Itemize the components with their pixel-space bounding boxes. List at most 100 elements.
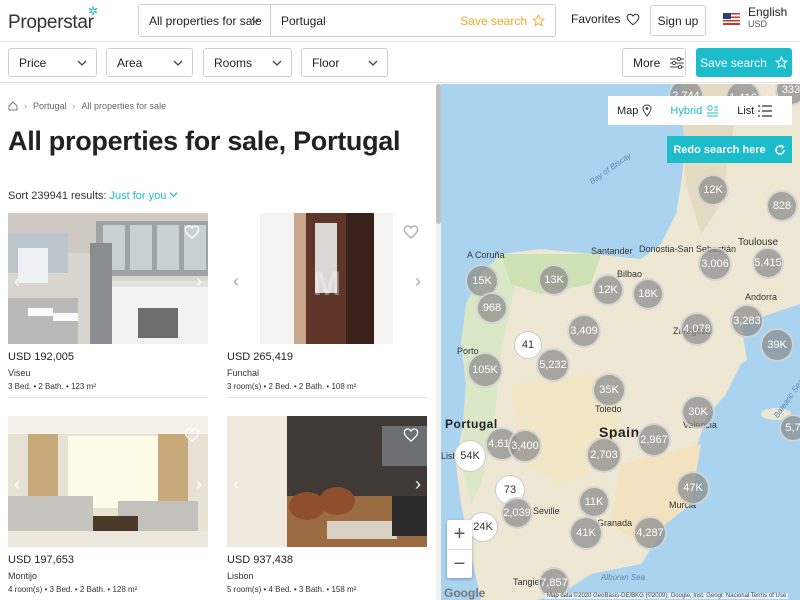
map-cluster[interactable]: 828 [766,190,798,222]
listing-details: 4 room(s) • 3 Bed. • 2 Bath. • 128 m² [8,585,138,594]
map-cluster[interactable]: 3,006 [698,247,732,281]
listing-card[interactable]: ‹ › USD 197,653 Montijo 4 room(s) • 3 Be… [8,416,208,600]
price-filter[interactable]: Price [8,48,97,77]
map-cluster[interactable]: 4,078 [680,312,714,346]
more-filters-button[interactable]: More [622,48,686,77]
map-cluster[interactable]: 968 [476,292,508,324]
card-divider [227,397,427,398]
card-divider [8,397,208,398]
next-photo-icon[interactable]: › [415,271,421,292]
zoom-in-button[interactable]: + [447,520,472,549]
hybrid-mode-label: Hybrid [670,104,703,117]
chevron-down-icon [368,60,378,66]
map-label-alboran-sea: Alboran Sea [601,573,646,582]
save-search-button[interactable]: Save search [696,48,792,77]
map-cluster[interactable]: 2,039 [501,497,533,529]
map-cluster[interactable]: 18K [632,278,664,310]
listing-photo[interactable]: ‹ › [8,416,208,547]
map-cluster[interactable]: 3,283 [730,304,764,338]
google-logo[interactable]: Google [444,586,485,600]
map-cluster[interactable]: 4,287 [633,516,667,550]
favorite-heart-icon[interactable] [403,224,419,240]
map-cluster[interactable]: 12K [697,174,729,206]
map-cluster[interactable]: 24K [468,512,498,542]
map-attribution[interactable]: Map data ©2020 GeoBasis-DE/BKG (©2009), … [545,593,789,599]
map-label: Portugal [445,417,498,431]
next-photo-icon[interactable]: › [196,474,202,495]
properstar-logo[interactable]: Properstar [8,12,94,34]
listing-photo[interactable]: ‹ › [227,416,427,547]
signup-button[interactable]: Sign up [650,5,706,36]
hybrid-mode-button[interactable]: Hybrid [661,104,728,117]
area-filter-label: Area [117,55,143,70]
sort-control: Sort 239941 results: Just for you [8,190,178,202]
favorite-heart-icon[interactable] [184,427,200,443]
favorite-heart-icon[interactable] [184,224,200,240]
previous-photo-icon[interactable]: ‹ [233,474,239,495]
listing-photo[interactable]: ‹ › [8,213,208,344]
breadcrumb: › Portugal › All properties for sale [8,101,166,111]
save-search-link[interactable]: Save search [460,5,555,36]
previous-photo-icon[interactable]: ‹ [233,271,239,292]
home-icon[interactable] [8,101,18,111]
map-cluster[interactable]: 5,232 [536,348,570,382]
rooms-filter[interactable]: Rooms [203,48,292,77]
map-mode-button[interactable]: Map [608,104,661,117]
listing-details: 3 Bed. • 2 Bath. • 123 m² [8,382,96,391]
location-search-input[interactable] [271,5,461,36]
redo-search-button[interactable]: Redo search here [667,136,792,163]
previous-photo-icon[interactable]: ‹ [14,271,20,292]
sort-select[interactable]: Just for you [110,190,179,202]
list-mode-button[interactable]: List [728,105,781,117]
breadcrumb-separator: › [24,101,27,111]
listing-card[interactable]: M ‹ › USD 265,419 Funchal 3 room(s) • 2 … [227,213,427,398]
zoom-out-button[interactable]: − [447,550,472,579]
listing-location: Funchal [227,368,260,378]
map-cluster[interactable]: 3,409 [567,314,601,348]
map-label: Santander [591,246,633,256]
chevron-down-icon [272,60,282,66]
rooms-filter-label: Rooms [214,55,253,70]
chevron-down-icon [169,192,178,198]
results-pane: › Portugal › All properties for sale All… [0,84,436,600]
next-photo-icon[interactable]: › [415,474,421,495]
map-cluster[interactable]: 35K [592,373,626,407]
listing-price: USD 192,005 [8,351,75,363]
next-photo-icon[interactable]: › [196,271,202,292]
floor-filter-label: Floor [312,55,340,70]
map-cluster[interactable]: 41K [569,516,603,550]
refresh-icon [774,143,785,155]
breadcrumb-country[interactable]: Portugal [33,101,67,111]
listing-details: 5 room(s) • 4 Bed. • 3 Bath. • 158 m² [227,585,357,594]
map-cluster[interactable]: 47K [676,471,710,505]
area-filter[interactable]: Area [106,48,193,77]
star-icon [532,14,545,27]
map-cluster[interactable]: 11K [578,486,610,518]
map-label: Andorra [745,292,778,302]
map-cluster[interactable]: 13K [538,264,570,296]
map-cluster[interactable]: 5,7 [779,414,800,442]
kitchen-photo [8,213,208,344]
listing-photo[interactable]: M ‹ › [227,213,427,344]
previous-photo-icon[interactable]: ‹ [14,474,20,495]
listing-location: Montijo [8,571,38,581]
map-cluster[interactable]: 12K [592,274,624,306]
heart-icon [627,13,640,25]
map-cluster[interactable]: 2,967 [637,423,671,457]
map-cluster[interactable]: 105K [467,352,503,388]
floor-filter[interactable]: Floor [301,48,388,77]
redo-search-label: Redo search here [673,143,766,156]
listing-card[interactable]: ‹ › USD 937,438 Lisbon 5 room(s) • 4 Bed… [227,416,427,594]
map-cluster[interactable]: 30K [681,395,715,429]
map-cluster[interactable]: 2,703 [586,437,622,473]
map-cluster[interactable]: 3,400 [508,429,542,463]
map-cluster[interactable]: 39K [760,328,794,362]
favorites-link[interactable]: Favorites [571,12,640,26]
listing-card[interactable]: ‹ › USD 192,005 Viseu 3 Bed. • 2 Bath. •… [8,213,208,398]
map-cluster[interactable]: 54K [454,440,486,472]
favorite-heart-icon[interactable] [403,427,419,443]
map-cluster[interactable]: 5,415 [752,247,784,279]
language-selector[interactable]: English USD [723,6,787,29]
breadcrumb-separator: › [72,101,76,111]
property-scope-select[interactable]: All properties for sale [139,5,271,36]
